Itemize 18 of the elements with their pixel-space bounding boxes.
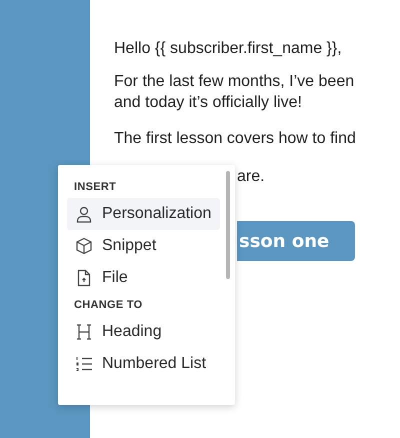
cube-icon xyxy=(75,237,93,255)
menu-item[interactable]: Numbered List xyxy=(67,348,220,380)
heading-icon xyxy=(75,323,93,341)
menu-item[interactable]: Heading xyxy=(67,316,220,348)
person-icon xyxy=(75,205,93,223)
menu-item[interactable]: File xyxy=(67,262,220,294)
section-header: INSERT xyxy=(73,180,118,195)
section-header: CHANGE TO xyxy=(73,298,144,313)
numbered-list-icon xyxy=(75,355,93,373)
email-text: are. xyxy=(237,168,265,185)
email-text: For the last few months, I’ve been xyxy=(114,73,354,90)
menu-item[interactable]: Personalization xyxy=(67,198,220,230)
file-icon xyxy=(75,269,93,287)
email-text: Hello {{ subscriber.first_name }}, xyxy=(114,40,342,57)
email-text: The first lesson covers how to find xyxy=(114,130,356,147)
email-text: and today it’s officially live! xyxy=(114,94,302,111)
scrollbar-thumb[interactable] xyxy=(226,171,230,279)
menu-item[interactable]: Snippet xyxy=(67,230,220,262)
